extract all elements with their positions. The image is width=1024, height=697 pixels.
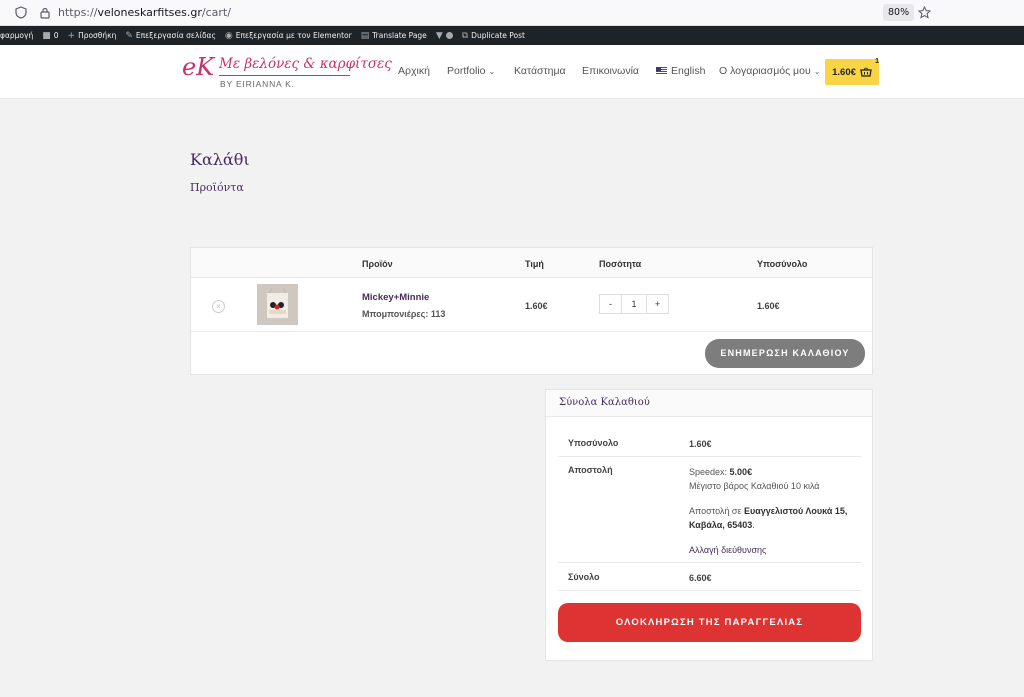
zoom-level[interactable]: 80% bbox=[883, 4, 915, 21]
checkout-button[interactable]: ΟΛΟΚΛΗΡΩΣΗ ΤΗΣ ΠΑΡΑΓΓΕΛΙΑΣ bbox=[558, 603, 861, 642]
shipping-label: Αποστολή bbox=[568, 465, 613, 475]
column-header-product: Προϊόν bbox=[362, 259, 393, 269]
header-cart-total: 1.60€ bbox=[832, 66, 856, 78]
basket-icon bbox=[860, 67, 872, 77]
url-scheme: https:// bbox=[58, 6, 98, 19]
totals-row-shipping: Αποστολή Speedex: 5.00€ Μέγιστο βάρος Κα… bbox=[558, 457, 861, 563]
nav-shop[interactable]: Κατάστημα bbox=[514, 65, 566, 77]
cart-table-header: Προϊόν Τιμή Ποσότητα Υποσύνολο bbox=[191, 248, 872, 278]
column-header-price: Τιμή bbox=[525, 259, 544, 269]
quantity-increase-button[interactable]: + bbox=[646, 294, 669, 314]
total-value: 6.60€ bbox=[689, 573, 712, 583]
change-address-link[interactable]: Αλλαγή διεύθυνσης bbox=[689, 543, 854, 557]
product-meta: Μπομπονιέρες: 113 bbox=[362, 309, 446, 319]
admin-bar-edit-page[interactable]: ✎ Επεξεργασία σελίδας bbox=[125, 26, 216, 45]
cart-table: Προϊόν Τιμή Ποσότητα Υποσύνολο × Mickey+… bbox=[190, 247, 873, 375]
nav-home[interactable]: Αρχική bbox=[398, 65, 430, 77]
plus-icon: + bbox=[67, 30, 76, 41]
shipping-note: Μέγιστο βάρος Καλαθιού 10 κιλά bbox=[689, 481, 820, 491]
cart-totals: Σύνολα Καλαθιού Υποσύνολο 1.60€ Αποστολή… bbox=[545, 389, 873, 661]
cart-totals-header: Σύνολα Καλαθιού bbox=[546, 390, 872, 417]
address-bar[interactable]: https://veloneskarfitses.gr/cart/ bbox=[58, 6, 231, 19]
admin-bar-new[interactable]: + Προσθήκη bbox=[68, 26, 117, 45]
nav-portfolio[interactable]: Portfolio ⌄ bbox=[447, 65, 495, 77]
shipping-destination: Αποστολή σε Ευαγγελιστού Λουκά 15, Καβάλ… bbox=[689, 506, 848, 530]
quantity-input[interactable]: 1 bbox=[622, 294, 646, 314]
quantity-decrease-button[interactable]: - bbox=[599, 294, 622, 314]
cart-count-badge: 1 bbox=[875, 58, 879, 65]
duplicate-icon: ⧉ bbox=[461, 30, 469, 41]
site-header: eK Με βελόνες & καρφίτσες BY EIRIANNA K.… bbox=[0, 45, 1024, 99]
shipping-details: Speedex: 5.00€ Μέγιστο βάρος Καλαθιού 10… bbox=[689, 465, 854, 557]
subtotal-value: 1.60€ bbox=[689, 439, 712, 449]
product-subtotal: 1.60€ bbox=[757, 301, 780, 311]
nav-contact[interactable]: Επικοινωνία bbox=[582, 65, 639, 77]
header-cart-button[interactable]: 1.60€ 1 bbox=[825, 58, 879, 85]
url-domain: veloneskarfitses.gr bbox=[97, 6, 202, 19]
translate-icon: ▤ bbox=[360, 30, 370, 41]
quantity-stepper: - 1 + bbox=[599, 294, 669, 314]
chevron-down-icon: ⌄ bbox=[488, 67, 496, 76]
admin-bar-yoast[interactable]: ▼ bbox=[436, 26, 453, 45]
yoast-icon: ▼ bbox=[435, 30, 443, 41]
subtotal-label: Υποσύνολο bbox=[568, 438, 619, 448]
shipping-method: Speedex: 5.00€ bbox=[689, 467, 753, 477]
us-flag-icon bbox=[656, 67, 667, 74]
totals-row-total: Σύνολο 6.60€ bbox=[558, 563, 861, 591]
cart-totals-heading: Σύνολα Καλαθιού bbox=[559, 397, 650, 408]
admin-bar-elementor[interactable]: ◉ Επεξεργασία με τον Elementor bbox=[225, 26, 352, 45]
admin-bar-comments[interactable]: ■ 0 bbox=[42, 26, 58, 45]
browser-toolbar: https://veloneskarfitses.gr/cart/ 80% bbox=[0, 0, 1024, 26]
totals-row-subtotal: Υποσύνολο 1.60€ bbox=[558, 429, 861, 457]
total-label: Σύνολο bbox=[568, 572, 600, 582]
admin-bar-duplicate[interactable]: ⧉ Duplicate Post bbox=[462, 26, 525, 45]
nav-language[interactable]: English bbox=[656, 65, 705, 77]
url-path: /cart/ bbox=[201, 6, 231, 19]
table-row: × Mickey+Minnie Μπομπονιέρες: 113 1.60€ … bbox=[191, 278, 872, 332]
shield-icon[interactable] bbox=[14, 6, 28, 20]
bookmark-star-icon[interactable] bbox=[916, 4, 932, 20]
admin-bar: φαρμογή ■ 0 + Προσθήκη ✎ Επεξεργασία σελίδα… bbox=[0, 26, 1024, 45]
chevron-down-icon: ⌄ bbox=[813, 67, 821, 76]
nav-account[interactable]: Ο λογαριασμός μου ⌄ bbox=[719, 65, 820, 77]
product-price: 1.60€ bbox=[525, 301, 548, 311]
seo-status-dot-icon bbox=[445, 32, 453, 39]
elementor-icon: ◉ bbox=[224, 30, 233, 41]
product-thumbnail[interactable] bbox=[257, 284, 298, 325]
pencil-icon: ✎ bbox=[125, 30, 133, 41]
column-header-subtotal: Υποσύνολο bbox=[757, 259, 808, 269]
remove-item-icon[interactable]: × bbox=[212, 300, 225, 313]
product-name-link[interactable]: Mickey+Minnie bbox=[362, 292, 429, 303]
breadcrumb[interactable]: Προϊόντα bbox=[190, 181, 244, 194]
lock-icon[interactable] bbox=[38, 6, 52, 20]
update-cart-button[interactable]: ΕΝΗΜΕΡΩΣΗ ΚΑΛΑΘΙΟΥ bbox=[705, 339, 865, 368]
comment-icon: ■ bbox=[42, 30, 51, 41]
admin-bar-customize[interactable]: φαρμογή bbox=[0, 26, 33, 45]
admin-bar-translate[interactable]: ▤ Translate Page bbox=[361, 26, 427, 45]
page-title: Καλάθι bbox=[190, 150, 250, 169]
column-header-quantity: Ποσότητα bbox=[599, 259, 642, 269]
